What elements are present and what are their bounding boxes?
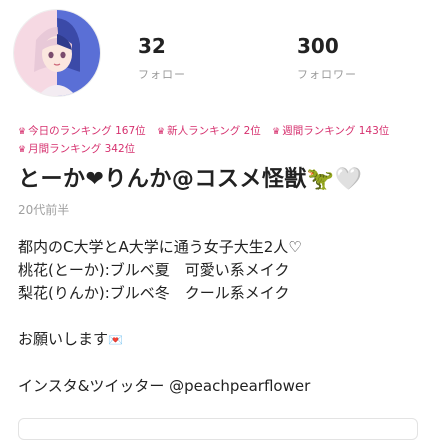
follow-label: フォロー [138,68,186,81]
follow-stat[interactable]: 32 フォロー [138,34,186,82]
ranking-badge-newcomer[interactable]: ♛ 新人ランキング 2位 [157,123,261,141]
follow-count: 32 [138,34,166,58]
avatar-illustration [14,10,100,96]
ranking-badges: ♛ 今日のランキング 167位 ♛ 新人ランキング 2位 ♛ 週間ランキング 143位… [18,123,428,159]
ranking-label: 新人ランキング 2位 [167,125,261,137]
bio-line: インスタ&ツイッター @peachpearflower [18,377,311,395]
profile-name: とーか❤りんか@コスメ怪獣🦖🤍 [18,167,363,192]
content-card[interactable] [18,418,418,440]
follower-count: 300 [297,34,339,58]
love-letter-icon: 💌 [108,333,123,347]
ranking-badge-monthly[interactable]: ♛ 月間ランキング 342位 [18,141,135,159]
crown-icon: ♛ [18,127,27,137]
ranking-label: 月間ランキング 342位 [28,143,136,155]
follower-stat[interactable]: 300 フォロワー [297,34,357,82]
ranking-label: 週間ランキング 143位 [282,125,390,137]
ranking-badge-weekly[interactable]: ♛ 週間ランキング 143位 [272,123,389,141]
ranking-badge-daily[interactable]: ♛ 今日のランキング 167位 [18,123,146,141]
follower-label: フォロワー [297,68,357,81]
bio-line: 梨花(りんか):ブルベ冬 クール系メイク [18,284,290,302]
profile-bio: 都内のC大学とA大学に通う女子大生2人♡ 桃花(とーか):ブルベ夏 可愛い系メイ… [18,236,310,398]
avatar[interactable] [14,10,100,96]
bio-line: お願いします💌 [18,328,310,352]
bio-text: お願いします [18,330,109,348]
bio-line: 桃花(とーか):ブルベ夏 可愛い系メイク [18,261,290,279]
crown-icon: ♛ [272,127,281,137]
crown-icon: ♛ [157,127,166,137]
age-range: 20代前半 [18,203,70,217]
crown-icon: ♛ [18,145,27,155]
bio-line: 都内のC大学とA大学に通う女子大生2人♡ [18,238,302,256]
ranking-label: 今日のランキング 167位 [28,125,146,137]
